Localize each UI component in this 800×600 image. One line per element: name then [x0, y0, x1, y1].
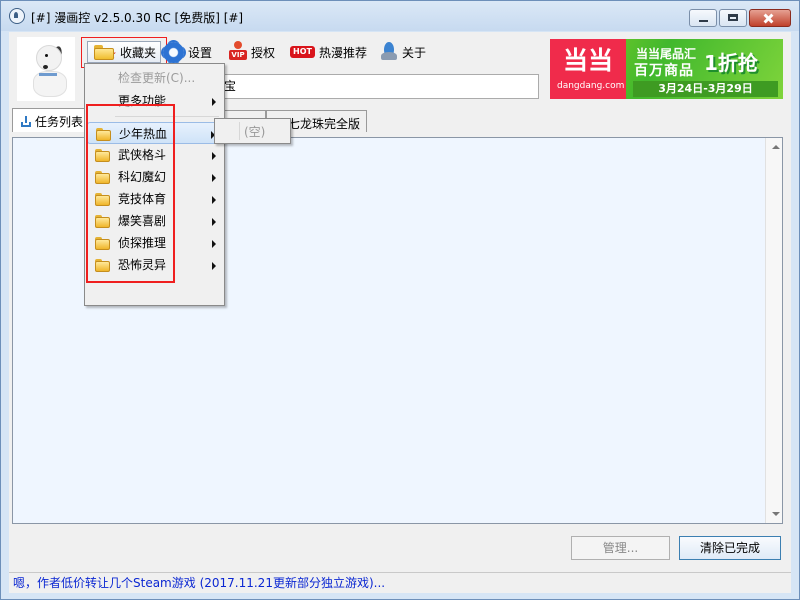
status-bar: 嗯，作者低价转让几个Steam游戏 (2017.11.21更新部分独立游戏)..…: [9, 572, 791, 593]
dangdang-logo-text: dangdang.com: [557, 81, 625, 91]
submenu-arrow-icon: [212, 218, 216, 226]
category-label: 爆笑喜剧: [118, 214, 167, 228]
submenu-separator: [239, 122, 240, 140]
about-label: 关于: [402, 45, 427, 60]
check-update-menu-item: 检查更新(C)...: [118, 71, 196, 85]
settings-label: 设置: [188, 45, 213, 60]
category-label: 科幻魔幻: [118, 170, 167, 184]
manage-button[interactable]: 管理...: [571, 536, 670, 560]
dog-head: [36, 45, 62, 71]
submenu-arrow-icon: [212, 196, 216, 204]
submenu-arrow-icon: [212, 152, 216, 160]
folder-icon: [95, 193, 111, 206]
hot-recommend-button[interactable]: HOT 热漫推荐: [290, 40, 367, 64]
tab-task-list-label: 任务列表: [35, 115, 84, 129]
settings-button[interactable]: 设置: [163, 40, 212, 64]
ad-subtitle: 百万商品: [634, 63, 694, 79]
folder-icon: [96, 128, 112, 141]
category-label: 恐怖灵异: [118, 258, 167, 272]
dog-collar: [39, 73, 57, 76]
star-icon: ★: [106, 47, 117, 61]
submenu-arrow-icon: [212, 262, 216, 270]
scroll-down-icon[interactable]: [772, 512, 780, 516]
download-icon: [20, 116, 32, 128]
favorites-label: 收藏夹: [120, 45, 157, 60]
hot-icon: HOT: [290, 46, 315, 58]
folder-icon: [95, 149, 111, 162]
authorize-button[interactable]: 授权: [229, 40, 275, 64]
about-button[interactable]: 关于: [380, 40, 426, 64]
dangdang-logo: 当当 dangdang.com: [550, 39, 626, 99]
window-title: [#] 漫画控 v2.5.0.30 RC [免费版] [#]: [31, 11, 244, 25]
more-functions-label: 更多功能: [118, 94, 167, 108]
category-comedy-menu-item[interactable]: 爆笑喜剧: [87, 210, 222, 232]
gear-icon: [163, 41, 184, 63]
menu-separator: [115, 116, 219, 117]
tab-task-list[interactable]: 任务列表: [12, 108, 87, 132]
dog-eye: [45, 54, 48, 57]
hot-recommend-label: 热漫推荐: [318, 45, 367, 60]
vertical-scrollbar[interactable]: [765, 138, 782, 523]
category-sports-menu-item[interactable]: 竞技体育: [87, 188, 222, 210]
user-icon: [380, 42, 398, 62]
submenu-arrow-icon: [212, 240, 216, 248]
folder-icon: [95, 171, 111, 184]
folder-star-icon: ★: [94, 44, 117, 61]
ad-banner[interactable]: 当当 dangdang.com 当当尾品汇 百万商品 1折抢 3月24日-3月2…: [550, 39, 783, 99]
favorites-button[interactable]: ★ 收藏夹: [87, 41, 161, 63]
category-label: 武侠格斗: [118, 148, 167, 162]
client-area: ★ 收藏夹 设置 授权 HOT 热漫推荐 关于 当当 dangdang.com …: [9, 32, 791, 593]
category-horror-menu-item[interactable]: 恐怖灵异: [87, 254, 222, 276]
ad-date: 3月24日-3月29日: [633, 81, 778, 97]
dangdang-logo-mark: 当当: [563, 46, 614, 75]
favorites-menu: 检查更新(C)... 更多功能 少年热血 武侠格斗 科幻魔幻 竞技体育 爆笑喜剧…: [84, 63, 225, 306]
maximize-button[interactable]: [719, 9, 747, 27]
minimize-button[interactable]: [689, 9, 717, 27]
close-button[interactable]: [749, 9, 791, 27]
category-label: 竞技体育: [118, 192, 167, 206]
submenu-arrow-icon: [212, 174, 216, 182]
app-window: [#] 漫画控 v2.5.0.30 RC [免费版] [#] ★ 收藏夹 设置: [0, 0, 800, 600]
tab-dragonball-label: 七龙珠完全版: [288, 117, 361, 131]
vip-icon: [229, 41, 247, 63]
mascot-image: [17, 37, 75, 101]
submenu-arrow-icon: [212, 98, 216, 106]
folder-icon: [95, 237, 111, 250]
folder-icon: [95, 215, 111, 228]
category-label: 少年热血: [119, 127, 168, 141]
search-input[interactable]: 宝: [219, 74, 539, 99]
category-wuxia-menu-item[interactable]: 武侠格斗: [87, 144, 222, 166]
category-detective-menu-item[interactable]: 侦探推理: [87, 232, 222, 254]
ad-discount: 1折抢: [704, 51, 758, 75]
category-submenu: (空): [214, 118, 291, 144]
category-label: 侦探推理: [118, 236, 167, 250]
more-functions-menu-item[interactable]: 更多功能: [87, 90, 222, 112]
window-controls: [689, 9, 791, 27]
submenu-empty-label: (空): [244, 125, 266, 139]
folder-icon: [95, 259, 111, 272]
titlebar: [#] 漫画控 v2.5.0.30 RC [免费版] [#]: [1, 1, 799, 31]
scroll-up-icon[interactable]: [772, 145, 780, 149]
category-scifi-menu-item[interactable]: 科幻魔幻: [87, 166, 222, 188]
dog-nose: [43, 65, 48, 69]
clear-completed-button[interactable]: 清除已完成: [679, 536, 781, 560]
category-shonen-menu-item[interactable]: 少年热血: [87, 122, 222, 144]
authorize-label: 授权: [251, 45, 276, 60]
app-icon: [9, 8, 25, 24]
